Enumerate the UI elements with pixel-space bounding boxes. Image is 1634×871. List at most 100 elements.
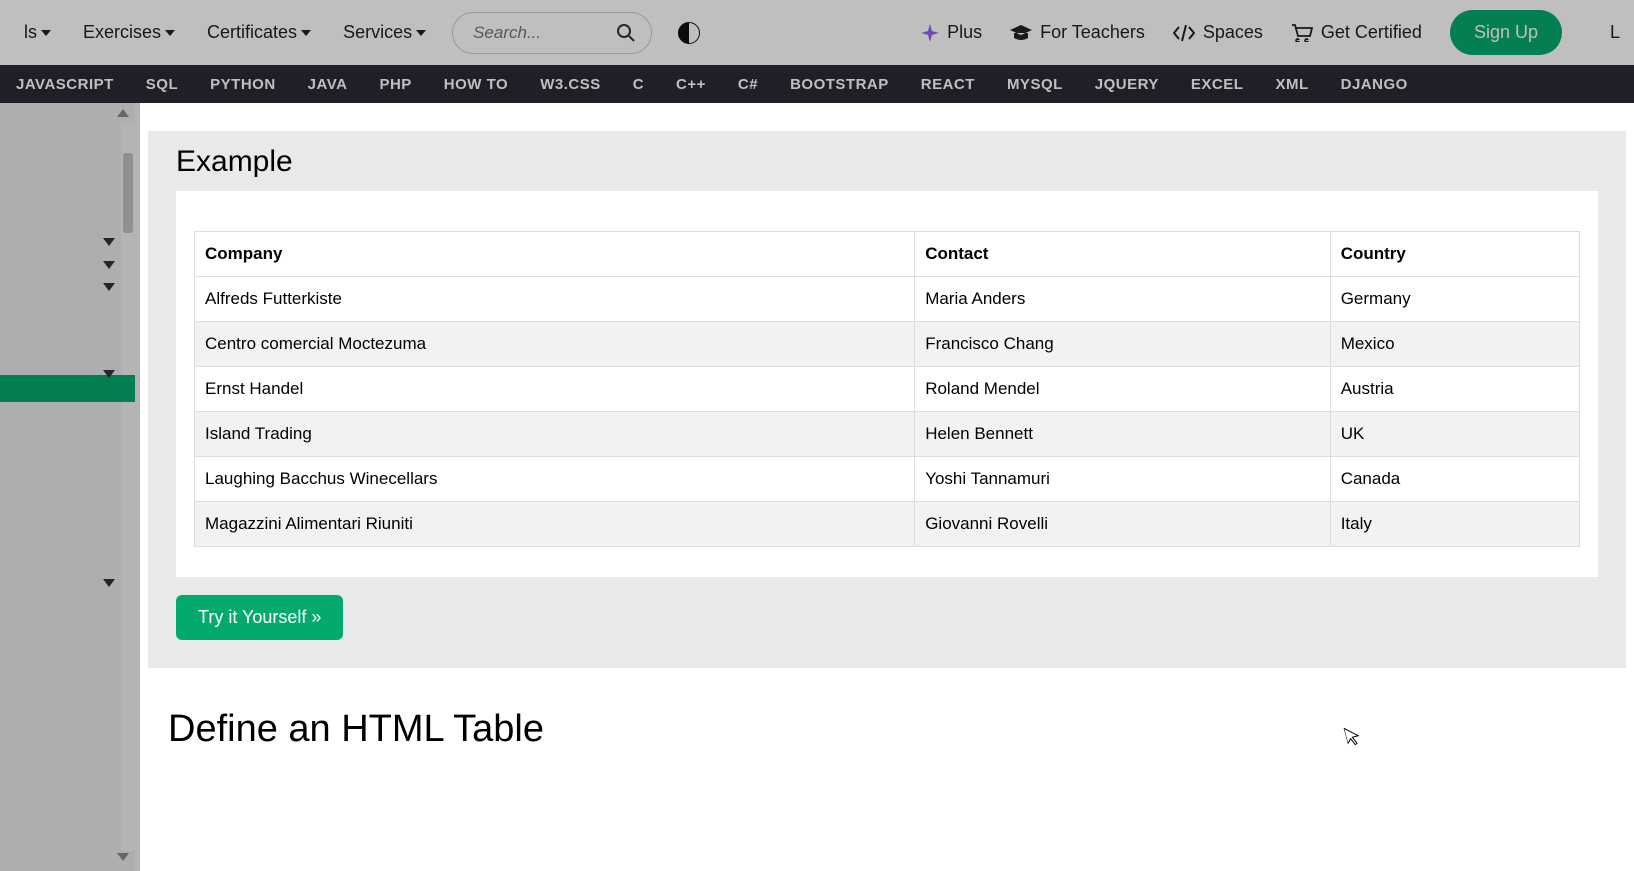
chevron-down-icon [103,579,115,587]
sidebar-item[interactable]: Rowspan [0,493,135,520]
teachers-link[interactable]: For Teachers [1010,22,1145,43]
signup-button[interactable]: Sign Up [1450,10,1562,55]
nav-services[interactable]: Services [329,14,440,51]
table-cell: Mexico [1330,322,1579,367]
cat-item[interactable]: HOW TO [428,76,524,93]
cat-item[interactable]: DJANGO [1325,76,1424,93]
table-cell: Austria [1330,367,1579,412]
cat-item[interactable]: JAVASCRIPT [0,76,130,93]
sidebar-item-active[interactable]: s [0,375,135,402]
certified-label: Get Certified [1321,22,1422,43]
cat-item[interactable]: C++ [660,76,722,93]
nav-tutorials[interactable]: ls [10,14,65,51]
caret-down-icon [416,30,426,36]
nav-tutorials-label: ls [24,22,37,43]
table-cell: Germany [1330,277,1579,322]
sidebar-item[interactable]: rs [0,439,135,466]
cat-item[interactable]: JQUERY [1079,76,1175,93]
cat-item[interactable]: C [617,76,660,93]
chevron-down-icon [103,261,115,269]
teachers-label: For Teachers [1040,22,1145,43]
certified-link[interactable]: Get Certified [1291,22,1422,43]
table-row: Ernst HandelRoland MendelAustria [195,367,1580,412]
sidebar-item[interactable]: aphs [0,103,135,122]
sparkle-icon [921,24,939,42]
caret-down-icon [301,30,311,36]
table-cell: Alfreds Futterkiste [195,277,915,322]
main-content: Example Company Contact Country Alfreds … [140,103,1634,871]
table-body: Alfreds FutterkisteMaria AndersGermanyCe… [195,277,1580,547]
table-cell: Roland Mendel [915,367,1331,412]
table-header: Contact [915,232,1331,277]
cat-item[interactable]: C# [722,76,774,93]
chevron-down-icon [103,370,115,378]
table-row: Alfreds FutterkisteMaria AndersGermany [195,277,1580,322]
plus-link[interactable]: Plus [921,22,982,43]
cat-item[interactable]: BOOTSTRAP [774,76,905,93]
sidebar-section[interactable] [0,365,135,375]
cat-item[interactable]: SQL [130,76,194,93]
table-cell: Canada [1330,457,1579,502]
search-icon[interactable] [616,23,636,43]
sidebar-item[interactable] [0,429,135,439]
nav-certificates[interactable]: Certificates [193,14,325,51]
spaces-link[interactable]: Spaces [1173,22,1263,43]
sidebar-item[interactable]: Spacing [0,466,135,493]
table-cell: Giovanni Rovelli [915,502,1331,547]
table-cell: Laughing Bacchus Winecellars [195,457,915,502]
cat-item[interactable]: MYSQL [991,76,1079,93]
sidebar-item[interactable]: Inline [0,584,135,611]
table-cell: Island Trading [195,412,915,457]
table-cell: Centro comercial Moctezuma [195,322,915,367]
cat-item[interactable]: JAVA [292,76,364,93]
table-cell: Maria Anders [915,277,1331,322]
section-heading: Define an HTML Table [168,708,1634,751]
example-table: Company Contact Country Alfreds Futterki… [194,231,1580,547]
table-row: Centro comercial MoctezumaFrancisco Chan… [195,322,1580,367]
theme-toggle-icon[interactable] [678,22,700,44]
nav-certificates-label: Certificates [207,22,297,43]
table-cell: Ernst Handel [195,367,915,412]
top-nav: ls Exercises Certificates Services Plus [0,0,1634,65]
scroll-down-icon[interactable] [117,853,129,865]
example-heading: Example [176,145,1598,179]
graduation-cap-icon [1010,25,1032,41]
login-button[interactable]: L [1590,10,1624,55]
cat-item[interactable]: PYTHON [194,76,292,93]
code-icon [1173,25,1195,41]
sidebar-item[interactable]: ons [0,179,135,206]
sidebar: aphs ing ons nts le s rs rs Spacing Rows… [0,103,135,871]
nav-exercises-label: Exercises [83,22,161,43]
caret-down-icon [41,30,51,36]
cat-item[interactable]: EXCEL [1175,76,1260,93]
sidebar-item[interactable]: rs [0,402,135,429]
table-row: Island TradingHelen BennettUK [195,412,1580,457]
try-it-button[interactable]: Try it Yourself » [176,595,343,640]
cart-icon [1291,24,1313,42]
table-row: Magazzini Alimentari RiunitiGiovanni Rov… [195,502,1580,547]
sidebar-item[interactable]: nts [0,206,135,233]
table-cell: Yoshi Tannamuri [915,457,1331,502]
cat-item[interactable]: REACT [905,76,991,93]
cat-item[interactable]: XML [1259,76,1324,93]
cat-item[interactable]: W3.CSS [524,76,617,93]
table-cell: UK [1330,412,1579,457]
sidebar-section[interactable] [0,574,135,584]
table-row: Laughing Bacchus WinecellarsYoshi Tannam… [195,457,1580,502]
table-cell: Magazzini Alimentari Riuniti [195,502,915,547]
spaces-label: Spaces [1203,22,1263,43]
sidebar-item[interactable]: up [0,547,135,574]
table-cell: Italy [1330,502,1579,547]
sidebar-section[interactable] [0,233,135,243]
plus-label: Plus [947,22,982,43]
category-nav: JAVASCRIPT SQL PYTHON JAVA PHP HOW TO W3… [0,65,1634,103]
sidebar-item[interactable]: ing [0,152,135,179]
example-inner: Company Contact Country Alfreds Futterki… [176,191,1598,577]
example-container: Example Company Contact Country Alfreds … [148,131,1626,668]
table-cell: Francisco Chang [915,322,1331,367]
nav-exercises[interactable]: Exercises [69,14,189,51]
table-header: Company [195,232,915,277]
sidebar-item[interactable]: g [0,520,135,547]
sidebar-item[interactable]: le [0,338,135,365]
cat-item[interactable]: PHP [363,76,427,93]
